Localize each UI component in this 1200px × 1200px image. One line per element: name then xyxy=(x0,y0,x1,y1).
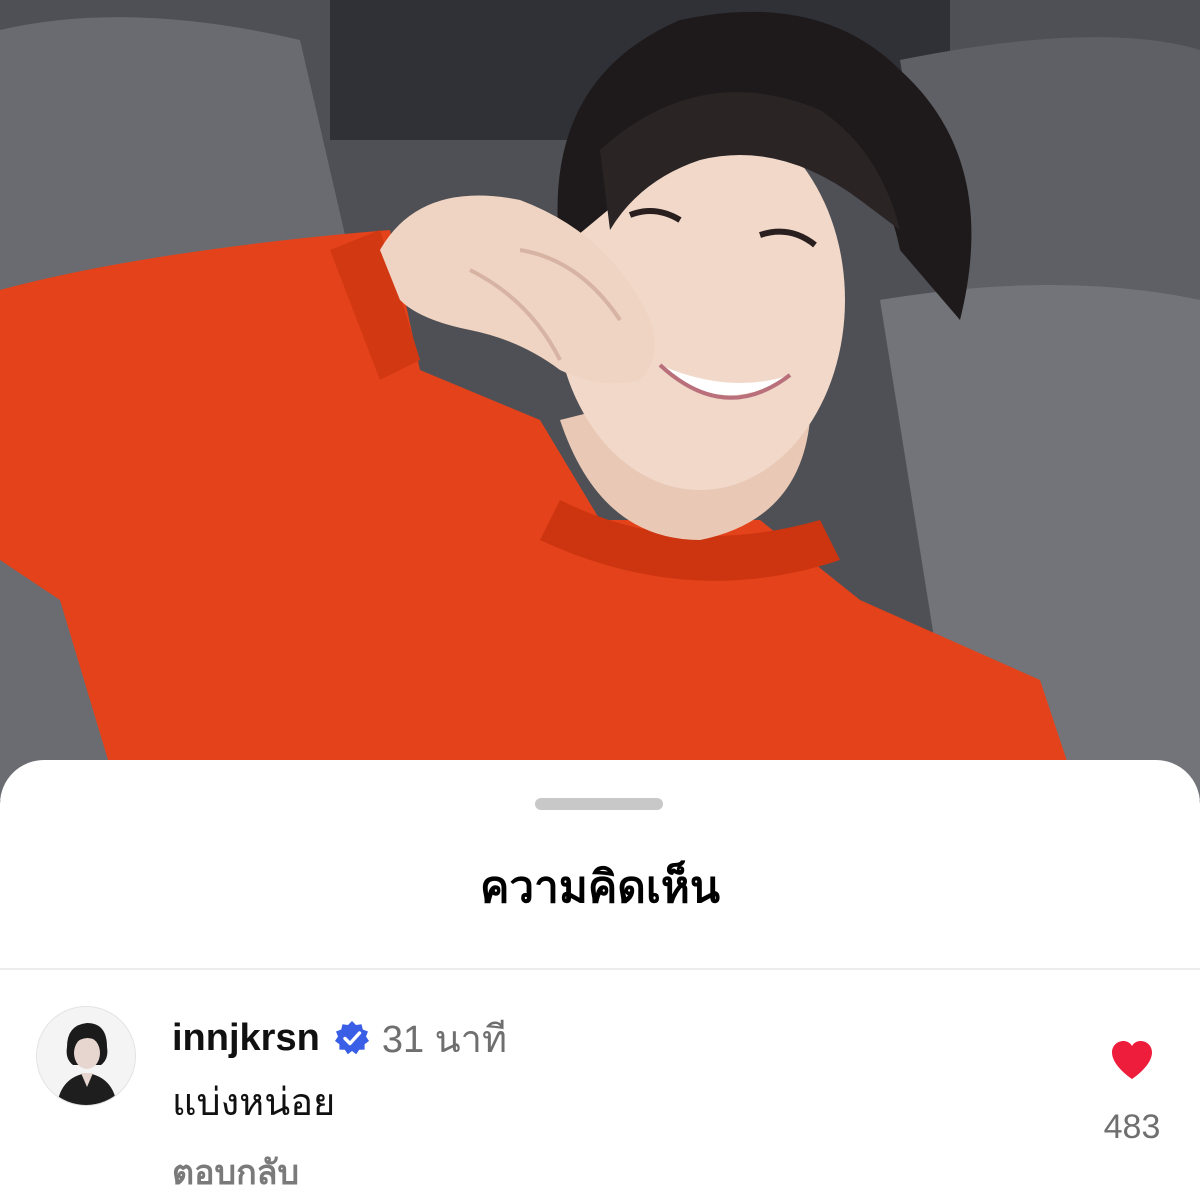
sheet-title: ความคิดเห็น xyxy=(480,863,720,912)
username[interactable]: innjkrsn xyxy=(172,1017,320,1060)
reply-button[interactable]: ตอบกลับ xyxy=(172,1150,299,1196)
comment-text: แบ่งหน่อย xyxy=(172,1082,336,1124)
screen: ความคิดเห็น innjkrsn 31 นาที แบ่งหน่อย ต… xyxy=(0,0,1200,1200)
divider xyxy=(0,968,1200,970)
comments-sheet: ความคิดเห็น innjkrsn 31 นาที แบ่งหน่อย ต… xyxy=(0,760,1200,1200)
avatar-image xyxy=(37,1007,135,1105)
comment-header: innjkrsn 31 นาที xyxy=(172,1008,507,1068)
like-heart-icon[interactable] xyxy=(1108,1036,1156,1084)
avatar[interactable] xyxy=(36,1006,136,1106)
comment-timestamp: 31 นาที xyxy=(381,1018,508,1061)
like-count: 483 xyxy=(1103,1108,1161,1146)
post-photo xyxy=(0,0,1200,800)
verified-badge-icon xyxy=(334,1020,370,1056)
comment-item: innjkrsn 31 นาที แบ่งหน่อย ตอบกลับ 483 xyxy=(0,998,1200,1198)
photo-illustration xyxy=(0,0,1200,800)
sheet-drag-handle[interactable] xyxy=(535,798,663,810)
